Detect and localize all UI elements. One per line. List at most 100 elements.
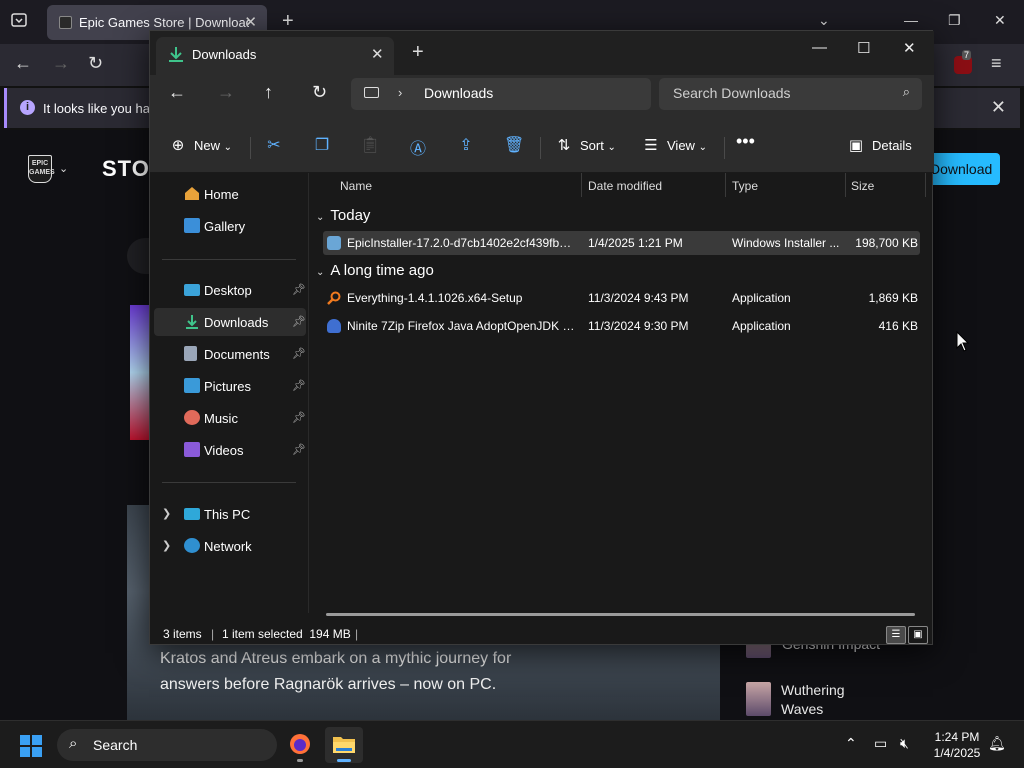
details-button[interactable]: ▣ Details xyxy=(846,136,912,154)
nav-item-network[interactable]: Network xyxy=(182,532,302,560)
expand-chevron-icon[interactable]: ❯ xyxy=(162,539,171,552)
explorer-minimize-button[interactable]: — xyxy=(812,39,827,56)
taskbar-file-explorer[interactable] xyxy=(325,727,363,763)
pin-icon[interactable]: 📌︎ xyxy=(292,315,306,328)
forward-arrow-icon[interactable]: → xyxy=(217,82,235,103)
nav-item-desktop[interactable]: Desktop 📌︎ xyxy=(182,276,306,304)
system-clock[interactable]: 1:24 PM 1/4/2025 xyxy=(926,729,988,761)
pin-icon[interactable]: 📌︎ xyxy=(292,443,306,456)
explorer-maximize-button[interactable]: ☐ xyxy=(857,39,870,57)
clock-time: 1:24 PM xyxy=(934,730,980,744)
download-arrow-icon xyxy=(184,314,200,329)
new-button[interactable]: ⊕ New ⌄ xyxy=(168,136,232,154)
nav-item-videos[interactable]: Videos 📌︎ xyxy=(182,436,306,464)
download-arrow-icon xyxy=(169,47,183,62)
rename-icon[interactable]: Ⓐ xyxy=(408,135,428,159)
windows-start-icon[interactable] xyxy=(20,735,42,757)
status-bar: 3 items | 1 item selected 194 MB | xyxy=(150,623,934,645)
group-header-long-ago[interactable]: ⌄ A long time ago xyxy=(316,262,434,279)
show-hidden-icons-chevron-icon[interactable]: ⌃ xyxy=(845,735,857,752)
search-downloads-input[interactable]: Search Downloads ⌕ xyxy=(659,78,922,110)
browser-minimize-button[interactable]: — xyxy=(904,12,918,28)
nav-item-pictures[interactable]: Pictures 📌︎ xyxy=(182,372,306,400)
column-header-date[interactable]: Date modified xyxy=(588,179,662,193)
mouse-cursor-icon xyxy=(956,331,970,352)
tab-overflow-chevron-icon[interactable]: ⌄ xyxy=(818,12,830,29)
column-divider[interactable] xyxy=(581,173,582,197)
taskbar-firefox[interactable] xyxy=(281,727,319,763)
copy-icon[interactable]: ❐ xyxy=(312,135,332,155)
close-tab-icon[interactable]: ✕ xyxy=(244,13,257,31)
nav-label: Videos xyxy=(204,443,244,458)
browser-reload-icon[interactable]: ↻ xyxy=(88,53,103,74)
volume-icon[interactable]: 🔇︎ xyxy=(900,735,909,752)
refresh-icon[interactable]: ↻ xyxy=(312,82,327,103)
sort-button[interactable]: ⇅ Sort ⌄ xyxy=(554,136,616,154)
browser-forward-icon[interactable]: → xyxy=(52,53,70,74)
browser-back-icon[interactable]: ← xyxy=(14,53,32,74)
promo-banner-image[interactable] xyxy=(130,305,150,440)
browser-restore-button[interactable]: ❐ xyxy=(948,12,961,29)
back-arrow-icon[interactable]: ← xyxy=(168,82,186,103)
more-options-icon[interactable]: ••• xyxy=(736,131,755,152)
column-header-name[interactable]: Name xyxy=(340,179,372,193)
nav-item-downloads[interactable]: Downloads 📌︎ xyxy=(154,308,306,336)
horizontal-scrollbar[interactable] xyxy=(326,613,915,616)
active-indicator xyxy=(337,759,351,762)
tab-list-icon[interactable] xyxy=(10,11,28,29)
nav-item-music[interactable]: Music 📌︎ xyxy=(182,404,306,432)
address-bar[interactable]: › Downloads xyxy=(351,78,651,110)
file-name: Ninite 7Zip Firefox Java AdoptOpenJDK x.… xyxy=(347,319,575,333)
expand-chevron-icon[interactable]: ❯ xyxy=(162,507,171,520)
column-divider[interactable] xyxy=(925,173,926,197)
view-button[interactable]: ☰ View ⌄ xyxy=(641,136,707,154)
share-icon[interactable]: ⇪ xyxy=(456,135,476,155)
nav-item-home[interactable]: Home xyxy=(182,180,302,208)
column-header-size[interactable]: Size xyxy=(851,179,874,193)
info-bar-close-icon[interactable]: ✕ xyxy=(991,97,1006,118)
info-icon: i xyxy=(20,100,35,115)
nav-item-gallery[interactable]: Gallery xyxy=(182,212,302,240)
file-date: 11/3/2024 9:43 PM xyxy=(588,291,689,305)
pin-icon[interactable]: 📌︎ xyxy=(292,411,306,424)
tiles-view-toggle-icon[interactable]: ▣ xyxy=(908,626,928,644)
column-divider[interactable] xyxy=(845,173,846,197)
epic-download-button[interactable]: Download xyxy=(924,153,1000,185)
up-arrow-icon[interactable]: ↑ xyxy=(264,82,273,103)
breadcrumb-downloads[interactable]: Downloads xyxy=(424,85,493,101)
nav-item-documents[interactable]: Documents 📌︎ xyxy=(182,340,306,368)
paste-icon[interactable]: 📋︎ xyxy=(360,135,380,155)
epic-games-logo-icon[interactable]: EPIC GAMES xyxy=(28,155,55,183)
pin-icon[interactable]: 📌︎ xyxy=(292,379,306,392)
file-row[interactable]: EpicInstaller-17.2.0-d7cb1402e2cf439fb30… xyxy=(323,231,920,255)
cut-icon[interactable]: ✂ xyxy=(264,135,284,155)
collapse-chevron-icon[interactable]: ⌄ xyxy=(316,267,324,278)
file-row[interactable]: Ninite 7Zip Firefox Java AdoptOpenJDK x.… xyxy=(323,314,920,338)
collapse-chevron-icon[interactable]: ⌄ xyxy=(316,212,324,223)
pin-icon[interactable]: 📌︎ xyxy=(292,347,306,360)
explorer-close-button[interactable]: ✕ xyxy=(903,39,916,57)
game-thumbnail[interactable] xyxy=(746,682,771,716)
column-header-type[interactable]: Type xyxy=(732,179,758,193)
delete-icon[interactable]: 🗑︎ xyxy=(504,135,524,155)
column-divider[interactable] xyxy=(725,173,726,197)
network-status-icon[interactable]: ▭ xyxy=(874,735,887,752)
file-row[interactable]: Everything-1.4.1.1026.x64-Setup 11/3/202… xyxy=(323,286,920,310)
logo-chevron-down-icon[interactable]: ⌄ xyxy=(59,162,68,175)
side-game-wuthering[interactable]: Wuthering Waves xyxy=(781,681,871,719)
nav-item-this-pc[interactable]: This PC xyxy=(182,500,302,528)
divider xyxy=(162,482,296,483)
taskbar-search-box[interactable]: ⌕ Search xyxy=(57,729,277,761)
details-view-toggle-icon[interactable]: ☰ xyxy=(886,626,906,644)
new-explorer-tab-button[interactable]: + xyxy=(412,42,424,62)
breadcrumb-chevron-icon[interactable]: › xyxy=(398,85,402,100)
browser-close-button[interactable]: ✕ xyxy=(994,12,1006,29)
explorer-tab-downloads[interactable]: Downloads ✕ xyxy=(156,37,394,75)
nav-label: This PC xyxy=(204,507,251,522)
close-tab-icon[interactable]: ✕ xyxy=(371,45,384,63)
pin-icon[interactable]: 📌︎ xyxy=(292,283,306,296)
notification-bell-icon[interactable]: 🔔︎ xyxy=(988,735,1006,752)
browser-menu-icon[interactable]: ≡ xyxy=(991,53,1002,74)
group-header-today[interactable]: ⌄ Today xyxy=(316,207,370,224)
view-icon: ☰ xyxy=(644,137,658,154)
